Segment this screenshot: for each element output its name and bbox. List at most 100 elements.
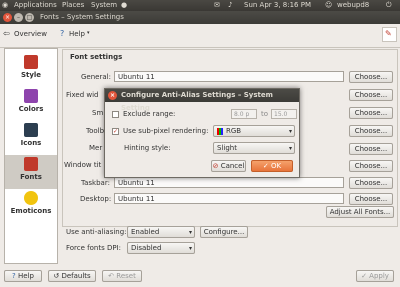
user-icon[interactable]: ☺ xyxy=(325,1,332,9)
defaults-label: Defaults xyxy=(61,272,91,280)
cancel-button[interactable]: ⊘ Cancel xyxy=(211,160,246,172)
clock-label[interactable]: Sun Apr 3, 8:16 PM xyxy=(244,1,311,9)
hinting-style-label: Hinting style: xyxy=(124,144,171,152)
anti-aliasing-select[interactable]: Enabled ▾ xyxy=(127,226,195,238)
colors-icon xyxy=(24,89,38,103)
sidebar-item-colors[interactable]: Colors xyxy=(5,87,57,121)
icons-icon xyxy=(24,123,38,137)
defaults-icon: ↺ xyxy=(53,272,60,280)
help-label: Help xyxy=(69,30,85,38)
toolbar-label: Toolb xyxy=(86,127,105,135)
exclude-to-spinbox[interactable]: 15.0 xyxy=(271,109,297,119)
close-icon[interactable]: × xyxy=(108,91,117,100)
close-icon[interactable]: × xyxy=(3,13,12,22)
ok-label: OK xyxy=(271,162,282,170)
cancel-label: Cancel xyxy=(220,162,245,170)
menu-applications[interactable]: Applications xyxy=(14,1,57,9)
help-button[interactable]: ? Help xyxy=(4,270,42,282)
back-arrow-icon: ⇦ xyxy=(3,29,10,38)
bottom-bar: ? Help ↺ Defaults ↶ Reset ✓ Apply xyxy=(0,266,400,287)
taskbar-font-field: Ubuntu 11 xyxy=(114,177,344,188)
chevron-down-icon: ▾ xyxy=(188,245,192,252)
dialog-titlebar[interactable]: × Configure Anti-Alias Settings – System… xyxy=(105,89,299,112)
sidebar-item-emoticons[interactable]: Emoticons xyxy=(5,189,57,223)
power-icon[interactable]: ⏻ xyxy=(386,1,392,10)
help-icon: ? xyxy=(60,29,65,38)
sidebar-item-label: Icons xyxy=(20,139,42,147)
anti-alias-dialog: × Configure Anti-Alias Settings – System… xyxy=(104,88,300,178)
sidebar-item-style[interactable]: Style xyxy=(5,53,57,87)
desktop-font-field: Ubuntu 11 xyxy=(114,193,344,204)
window-title-label: Window tit xyxy=(64,161,102,169)
hinting-style-select[interactable]: Slight ▾ xyxy=(213,142,295,154)
choose-toolbar-button[interactable]: Choose... xyxy=(349,125,393,137)
choose-small-button[interactable]: Choose... xyxy=(349,107,393,119)
small-label: Sm xyxy=(92,109,104,117)
subpixel-checkbox[interactable]: ✓ xyxy=(112,128,119,135)
fixed-width-label: Fixed wid xyxy=(66,91,99,99)
fonts-icon xyxy=(24,157,38,171)
reset-label: Reset xyxy=(116,272,136,280)
menu-places[interactable]: Places xyxy=(62,1,84,9)
mail-icon[interactable]: ✉ xyxy=(214,1,220,9)
configure-button[interactable]: Configure... xyxy=(200,226,248,238)
choose-taskbar-button[interactable]: Choose... xyxy=(349,177,393,189)
apply-button[interactable]: ✓ Apply xyxy=(356,270,394,282)
force-dpi-label: Force fonts DPI: xyxy=(66,244,121,252)
subpixel-select[interactable]: RGB ▾ xyxy=(213,125,295,137)
firefox-icon[interactable]: ● xyxy=(121,1,127,9)
check-icon: ✓ xyxy=(262,162,269,170)
choose-menu-button[interactable]: Choose... xyxy=(349,143,393,155)
sidebar-item-icons[interactable]: Icons xyxy=(5,121,57,155)
choose-fixed-button[interactable]: Choose... xyxy=(349,89,393,101)
cancel-icon: ⊘ xyxy=(212,162,219,170)
chevron-down-icon: ▾ xyxy=(288,128,292,135)
ok-button[interactable]: ✓ OK xyxy=(251,160,293,172)
adjust-all-fonts-button[interactable]: Adjust All Fonts... xyxy=(326,206,394,218)
sidebar-item-label: Style xyxy=(20,71,42,79)
help-label: Help xyxy=(17,272,34,280)
taskbar-label: Taskbar: xyxy=(81,179,110,187)
top-panel: ◉ Applications Places System ● ✉ ♪ Sun A… xyxy=(0,0,400,11)
sidebar-item-label: Emoticons xyxy=(10,207,52,215)
toolbar: ⇦ Overview ? Help ▾ ✎ xyxy=(0,24,400,48)
apply-label: Apply xyxy=(369,272,389,280)
choose-desktop-button[interactable]: Choose... xyxy=(349,193,393,205)
sidebar-item-label: Colors xyxy=(18,105,44,113)
general-font-field: Ubuntu 11 xyxy=(114,71,344,82)
sidebar-item-label: Fonts xyxy=(20,173,42,181)
subpixel-label: Use sub-pixel rendering: xyxy=(123,127,209,135)
anti-aliasing-value: Enabled xyxy=(131,228,160,236)
desktop-label: Desktop: xyxy=(80,195,112,203)
chevron-down-icon: ▾ xyxy=(87,30,90,36)
exclude-from-spinbox[interactable]: 8.0 p xyxy=(231,109,257,119)
minimize-icon[interactable]: – xyxy=(14,13,23,22)
ubuntu-logo-icon[interactable]: ◉ xyxy=(2,1,8,9)
group-header: Font settings xyxy=(70,53,123,61)
chevron-down-icon: ▾ xyxy=(188,229,192,236)
help-icon: ? xyxy=(12,272,16,280)
window-titlebar[interactable]: × – □ Fonts – System Settings xyxy=(0,11,400,24)
sidebar: Style Colors Icons Fonts Emoticons xyxy=(4,48,58,264)
general-label: General: xyxy=(81,73,111,81)
rgb-icon xyxy=(217,128,223,135)
user-name[interactable]: webupd8 xyxy=(337,1,369,9)
defaults-button[interactable]: ↺ Defaults xyxy=(48,270,96,282)
exclude-range-label: Exclude range: xyxy=(123,110,176,118)
menu-label: Mer xyxy=(89,144,103,152)
reset-icon: ↶ xyxy=(108,272,115,280)
choose-general-button[interactable]: Choose... xyxy=(349,71,393,83)
force-dpi-select[interactable]: Disabled ▾ xyxy=(127,242,195,254)
maximize-icon[interactable]: □ xyxy=(25,13,34,22)
overview-label: Overview xyxy=(14,30,47,38)
reset-button[interactable]: ↶ Reset xyxy=(102,270,142,282)
exclude-range-checkbox[interactable] xyxy=(112,111,119,118)
fonts-app-icon: ✎ xyxy=(382,27,397,42)
sidebar-item-fonts[interactable]: Fonts xyxy=(5,155,57,189)
choose-window-title-button[interactable]: Choose... xyxy=(349,160,393,172)
volume-icon[interactable]: ♪ xyxy=(228,1,232,9)
subpixel-value: RGB xyxy=(226,127,242,135)
menu-system[interactable]: System xyxy=(91,1,117,9)
emoticons-icon xyxy=(24,191,38,205)
force-dpi-value: Disabled xyxy=(131,244,162,252)
